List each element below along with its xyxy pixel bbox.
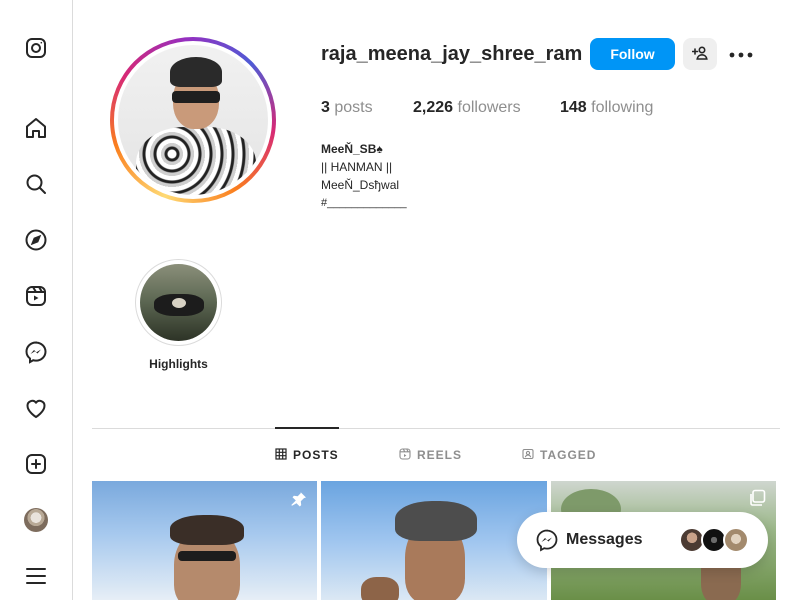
tab-tagged-label: TAGGED — [540, 448, 597, 462]
following-stat[interactable]: 148 following — [560, 99, 653, 117]
messenger-icon — [535, 528, 559, 552]
messages-bar[interactable]: Messages — [517, 512, 768, 568]
messages-label: Messages — [566, 531, 643, 548]
reels-icon[interactable] — [24, 284, 48, 308]
tab-posts-label: POSTS — [293, 448, 339, 462]
tab-reels-label: REELS — [417, 448, 463, 462]
heart-icon[interactable] — [24, 396, 48, 420]
messenger-icon[interactable] — [24, 340, 48, 364]
story-ring-gap — [114, 41, 272, 199]
ellipsis-icon — [729, 45, 753, 63]
left-nav-rail — [0, 0, 73, 600]
home-icon[interactable] — [24, 116, 48, 140]
avatar — [723, 527, 749, 553]
posts-label: posts — [334, 99, 373, 116]
profile-display-name: MeeŇ_SB♠ — [321, 142, 383, 156]
posts-count: 3 — [321, 99, 330, 116]
tabs-divider — [92, 428, 780, 429]
profile-username: raja_meena_jay_shree_ram — [321, 43, 583, 65]
followers-label: followers — [457, 99, 521, 116]
followers-stat[interactable]: 2,226 followers — [413, 99, 521, 117]
post-thumbnail[interactable] — [92, 481, 317, 600]
following-label: following — [591, 99, 654, 116]
highlight-label: Highlights — [149, 357, 208, 371]
tagged-icon — [522, 448, 540, 463]
search-icon[interactable] — [24, 172, 48, 196]
post-thumbnail[interactable] — [321, 481, 547, 600]
add-person-icon — [691, 45, 708, 64]
posts-stat: 3 posts — [321, 99, 373, 117]
instagram-logo-icon[interactable] — [24, 36, 48, 60]
tab-tagged[interactable]: TAGGED — [522, 440, 596, 470]
more-options-button[interactable] — [727, 40, 755, 68]
pinned-post-icon — [288, 490, 308, 510]
following-count: 148 — [560, 99, 587, 116]
carousel-post-icon — [748, 489, 766, 507]
compass-icon[interactable] — [24, 228, 48, 252]
bio-hashtag-line: #_____________ — [321, 197, 407, 209]
story-ring[interactable] — [110, 37, 276, 203]
followers-count: 2,226 — [413, 99, 454, 116]
bio-line: || HANMAN || — [321, 160, 393, 174]
bio-line: MeeŇ_Dsђwal — [321, 178, 400, 192]
profile-bio: MeeŇ_SB♠ || HANMAN || MeeŇ_Dsђwal #_____… — [321, 140, 761, 212]
tab-reels[interactable]: REELS — [399, 440, 462, 470]
reels-icon — [399, 447, 417, 463]
active-tab-indicator — [275, 427, 339, 429]
avatar[interactable] — [24, 508, 48, 532]
hamburger-menu-icon[interactable] — [24, 564, 48, 588]
highlight-item[interactable] — [135, 259, 222, 346]
profile-avatar — [118, 45, 268, 195]
highlight-cover — [140, 264, 217, 341]
follow-button[interactable]: Follow — [590, 38, 675, 70]
grid-icon — [275, 447, 293, 463]
suggested-users-button[interactable] — [683, 38, 717, 70]
tab-posts[interactable]: POSTS — [275, 440, 339, 470]
plus-square-icon[interactable] — [24, 452, 48, 476]
